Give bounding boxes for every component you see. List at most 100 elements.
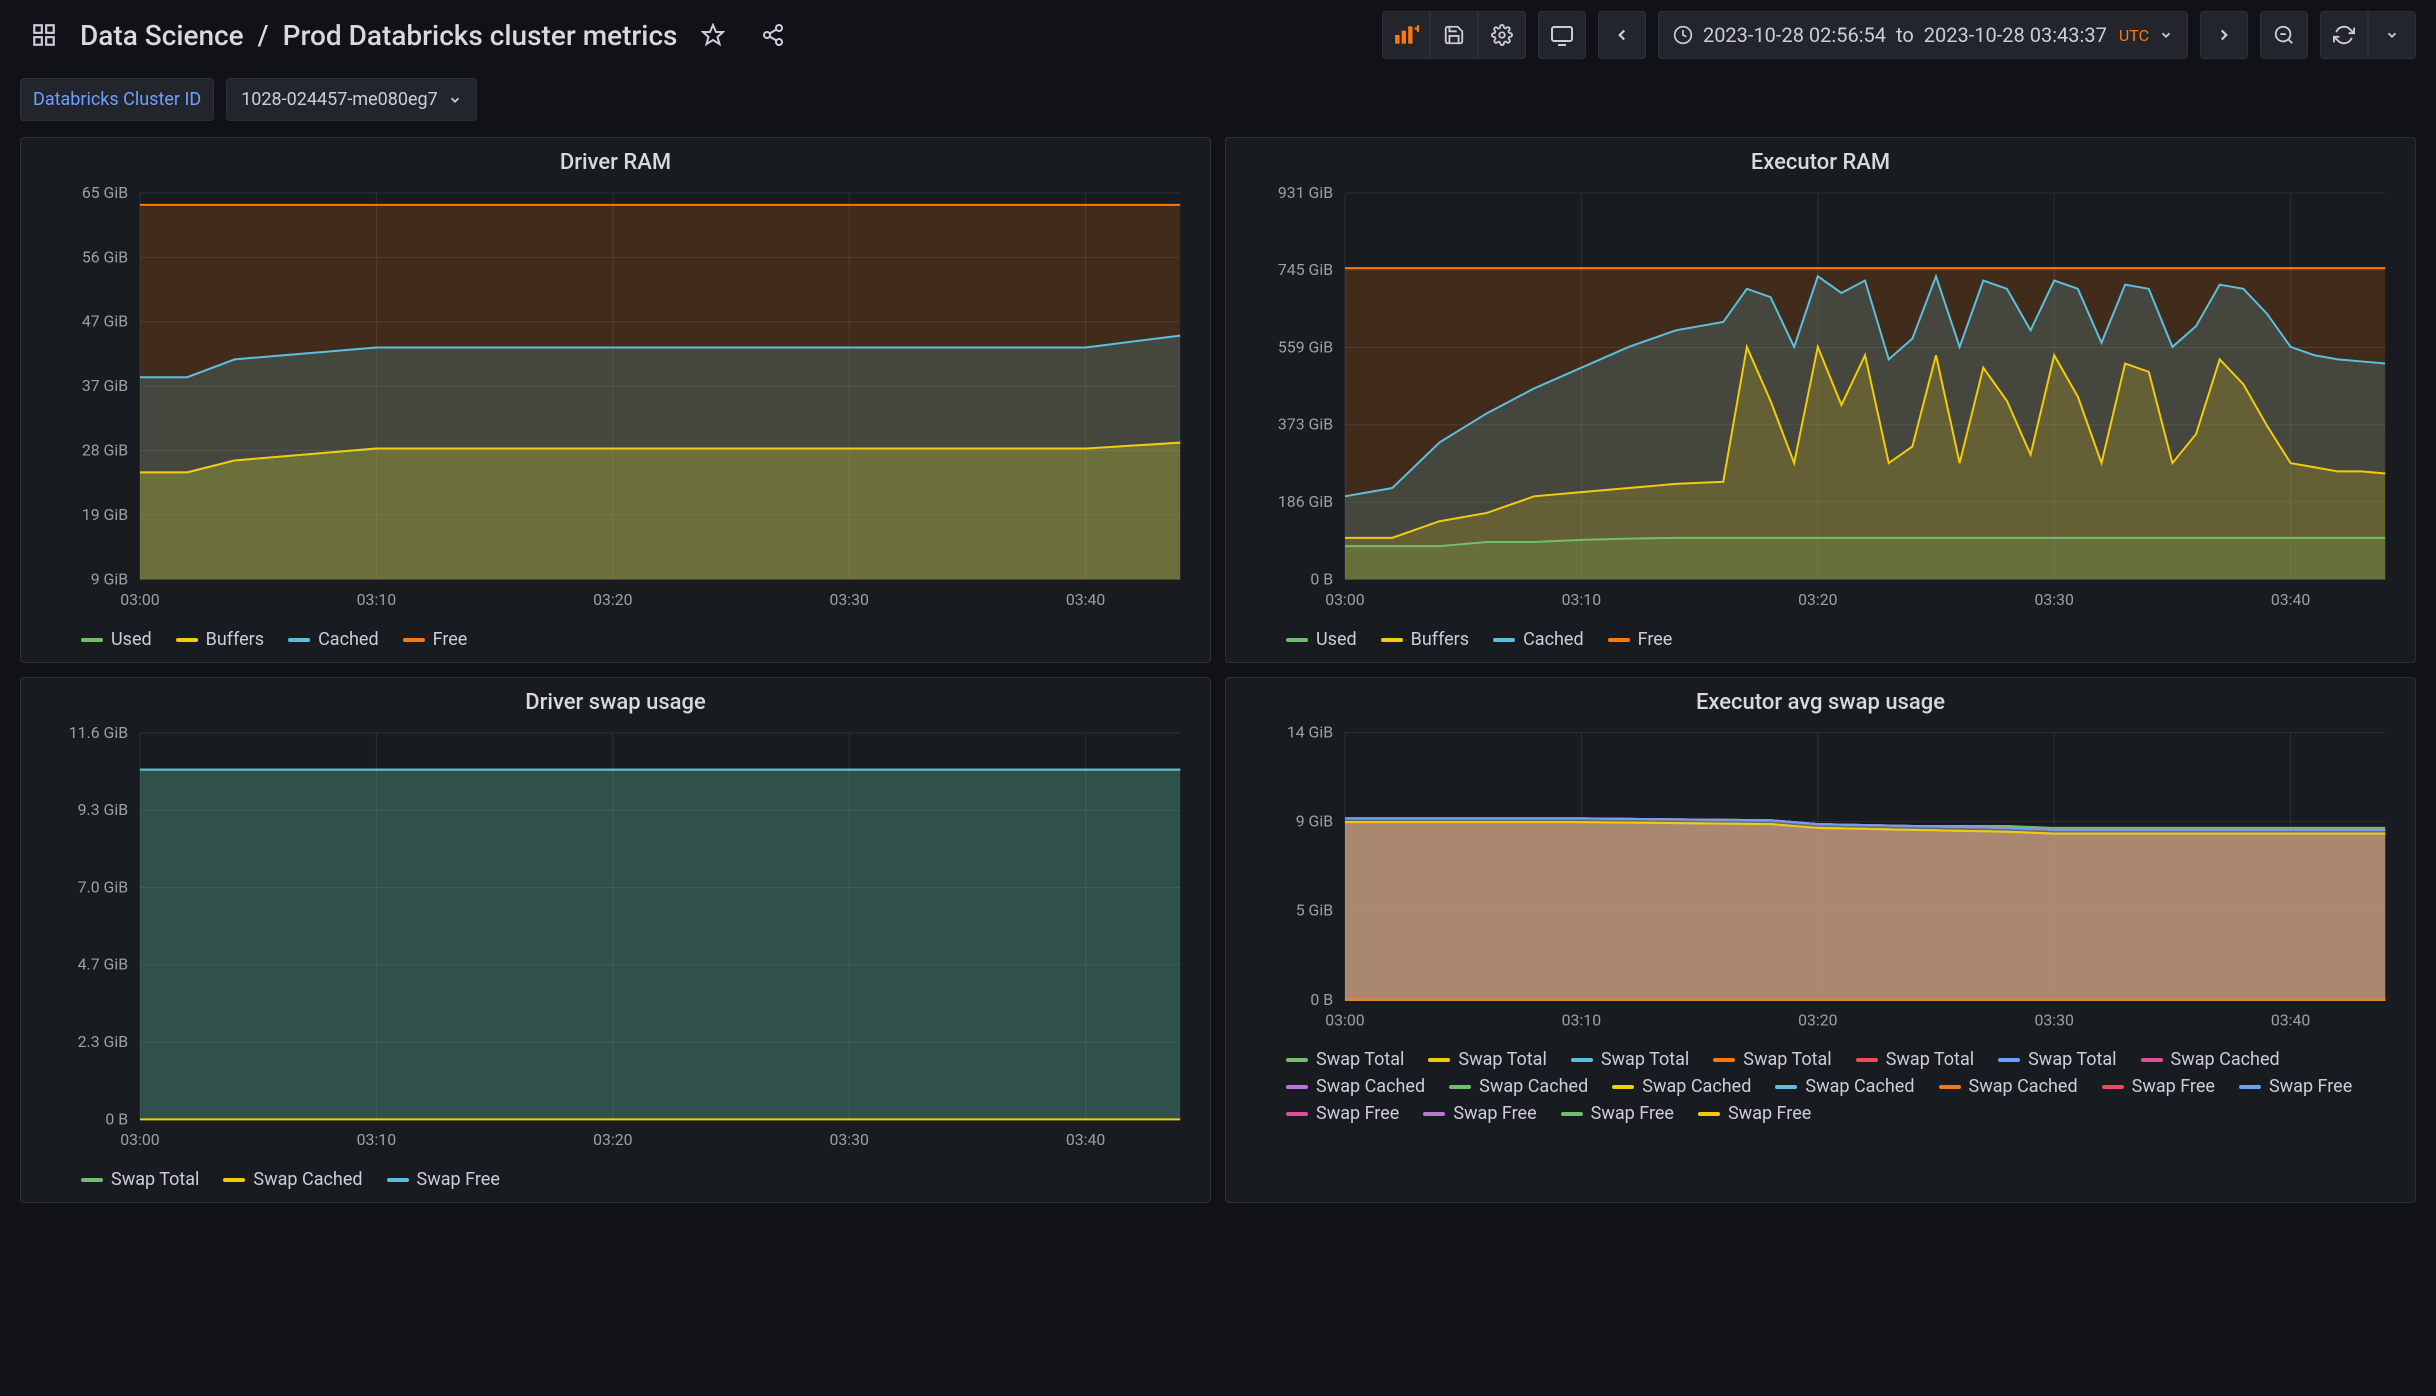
refresh-interval-button[interactable]	[2368, 11, 2416, 59]
legend-item[interactable]: Free	[403, 629, 468, 650]
legend-label: Swap Free	[2269, 1076, 2352, 1097]
legend-item[interactable]: Swap Total	[81, 1169, 199, 1190]
page-title[interactable]: Prod Databricks cluster metrics	[283, 19, 678, 52]
svg-text:373 GiB: 373 GiB	[1278, 415, 1333, 434]
tv-mode-button[interactable]	[1538, 11, 1586, 59]
legend-item[interactable]: Swap Total	[1998, 1049, 2116, 1070]
time-back-button[interactable]	[1598, 11, 1646, 59]
settings-button[interactable]	[1478, 11, 1526, 59]
legend-item[interactable]: Swap Free	[1698, 1103, 1811, 1124]
legend-label: Swap Free	[1316, 1103, 1399, 1124]
legend-label: Cached	[318, 629, 379, 650]
legend-item[interactable]: Swap Cached	[1286, 1076, 1425, 1097]
legend-swatch	[2102, 1085, 2124, 1089]
legend-item[interactable]: Free	[1608, 629, 1673, 650]
legend-item[interactable]: Swap Cached	[223, 1169, 362, 1190]
svg-text:03:00: 03:00	[1325, 1011, 1364, 1030]
legend-item[interactable]: Swap Total	[1286, 1049, 1404, 1070]
legend-item[interactable]: Swap Total	[1856, 1049, 1974, 1070]
legend-item[interactable]: Used	[81, 629, 152, 650]
legend-label: Buffers	[1411, 629, 1469, 650]
legend-label: Swap Total	[1886, 1049, 1974, 1070]
svg-text:03:40: 03:40	[2271, 1011, 2310, 1030]
legend-item[interactable]: Swap Cached	[1449, 1076, 1588, 1097]
legend-item[interactable]: Buffers	[176, 629, 264, 650]
time-range-picker[interactable]: 2023-10-28 02:56:54 to 2023-10-28 03:43:…	[1658, 11, 2188, 59]
variable-label: Databricks Cluster ID	[20, 78, 214, 121]
panel-title: Driver RAM	[31, 150, 1200, 181]
svg-text:03:40: 03:40	[2271, 590, 2310, 609]
panel-executor-ram[interactable]: Executor RAM 0 B186 GiB373 GiB559 GiB745…	[1225, 137, 2416, 663]
legend-item[interactable]: Swap Cached	[1775, 1076, 1914, 1097]
legend-swatch	[1381, 638, 1403, 642]
time-to: 2023-10-28 03:43:37	[1924, 23, 2107, 47]
star-icon[interactable]	[689, 11, 737, 59]
chevron-down-icon	[448, 93, 462, 107]
legend-swatch	[403, 638, 425, 642]
add-panel-button[interactable]	[1382, 11, 1430, 59]
toolbar: Data Science / Prod Databricks cluster m…	[0, 0, 2436, 70]
legend-item[interactable]: Swap Cached	[1939, 1076, 2078, 1097]
chevron-down-icon	[2159, 28, 2173, 42]
legend-label: Swap Cached	[1969, 1076, 2078, 1097]
panel-title: Driver swap usage	[31, 690, 1200, 721]
plot[interactable]: 0 B186 GiB373 GiB559 GiB745 GiB931 GiB03…	[1236, 181, 2405, 621]
legend-label: Swap Cached	[253, 1169, 362, 1190]
variable-row: Databricks Cluster ID 1028-024457-me080e…	[0, 70, 2436, 137]
svg-text:5 GiB: 5 GiB	[1296, 901, 1333, 920]
svg-text:65 GiB: 65 GiB	[82, 183, 128, 202]
legend-swatch	[1698, 1112, 1720, 1116]
legend-label: Swap Total	[2028, 1049, 2116, 1070]
legend-label: Cached	[1523, 629, 1584, 650]
legend-label: Used	[1316, 629, 1357, 650]
panel-driver-swap[interactable]: Driver swap usage 0 B2.3 GiB4.7 GiB7.0 G…	[20, 677, 1211, 1203]
legend-item[interactable]: Swap Total	[1428, 1049, 1546, 1070]
legend-label: Free	[433, 629, 468, 650]
legend: Swap Total Swap Cached Swap Free	[31, 1161, 1200, 1194]
legend-label: Used	[111, 629, 152, 650]
legend-swatch	[1608, 638, 1630, 642]
time-forward-button[interactable]	[2200, 11, 2248, 59]
legend-item[interactable]: Buffers	[1381, 629, 1469, 650]
plot[interactable]: 0 B2.3 GiB4.7 GiB7.0 GiB9.3 GiB11.6 GiB0…	[31, 721, 1200, 1161]
legend-item[interactable]: Cached	[1493, 629, 1584, 650]
legend-item[interactable]: Swap Free	[1423, 1103, 1536, 1124]
svg-text:03:00: 03:00	[120, 590, 159, 609]
legend-item[interactable]: Swap Free	[2102, 1076, 2215, 1097]
svg-text:03:10: 03:10	[1562, 590, 1601, 609]
legend-label: Swap Free	[2132, 1076, 2215, 1097]
svg-text:03:20: 03:20	[1798, 590, 1837, 609]
legend-item[interactable]: Swap Total	[1571, 1049, 1689, 1070]
breadcrumb-folder[interactable]: Data Science	[80, 19, 244, 52]
panel-driver-ram[interactable]: Driver RAM 9 GiB19 GiB28 GiB37 GiB47 GiB…	[20, 137, 1211, 663]
save-button[interactable]	[1430, 11, 1478, 59]
legend-swatch	[1998, 1058, 2020, 1062]
variable-select[interactable]: 1028-024457-me080eg7	[226, 78, 477, 121]
svg-text:03:40: 03:40	[1066, 590, 1105, 609]
legend-swatch	[2141, 1058, 2163, 1062]
legend-item[interactable]: Swap Total	[1713, 1049, 1831, 1070]
legend-item[interactable]: Swap Free	[1286, 1103, 1399, 1124]
legend-swatch	[1286, 638, 1308, 642]
panel-grid: Driver RAM 9 GiB19 GiB28 GiB37 GiB47 GiB…	[0, 137, 2436, 1223]
svg-text:9.3 GiB: 9.3 GiB	[78, 800, 128, 819]
zoom-out-button[interactable]	[2260, 11, 2308, 59]
refresh-button[interactable]	[2320, 11, 2368, 59]
legend-item[interactable]: Used	[1286, 629, 1357, 650]
breadcrumb[interactable]: Data Science / Prod Databricks cluster m…	[80, 19, 677, 52]
legend-item[interactable]: Swap Free	[2239, 1076, 2352, 1097]
legend-item[interactable]: Swap Free	[387, 1169, 500, 1190]
legend-item[interactable]: Swap Cached	[1612, 1076, 1751, 1097]
legend-item[interactable]: Cached	[288, 629, 379, 650]
dashboard-grid-icon[interactable]	[20, 11, 68, 59]
share-icon[interactable]	[749, 11, 797, 59]
legend-item[interactable]: Swap Free	[1561, 1103, 1674, 1124]
legend-item[interactable]: Swap Cached	[2141, 1049, 2280, 1070]
legend: Used Buffers Cached Free	[1236, 621, 2405, 654]
legend-swatch	[1423, 1112, 1445, 1116]
svg-text:186 GiB: 186 GiB	[1278, 492, 1333, 511]
plot[interactable]: 0 B5 GiB9 GiB14 GiB03:0003:1003:2003:300…	[1236, 721, 2405, 1041]
panel-executor-swap[interactable]: Executor avg swap usage 0 B5 GiB9 GiB14 …	[1225, 677, 2416, 1203]
plot[interactable]: 9 GiB19 GiB28 GiB37 GiB47 GiB56 GiB65 Gi…	[31, 181, 1200, 621]
legend-swatch	[1449, 1085, 1471, 1089]
